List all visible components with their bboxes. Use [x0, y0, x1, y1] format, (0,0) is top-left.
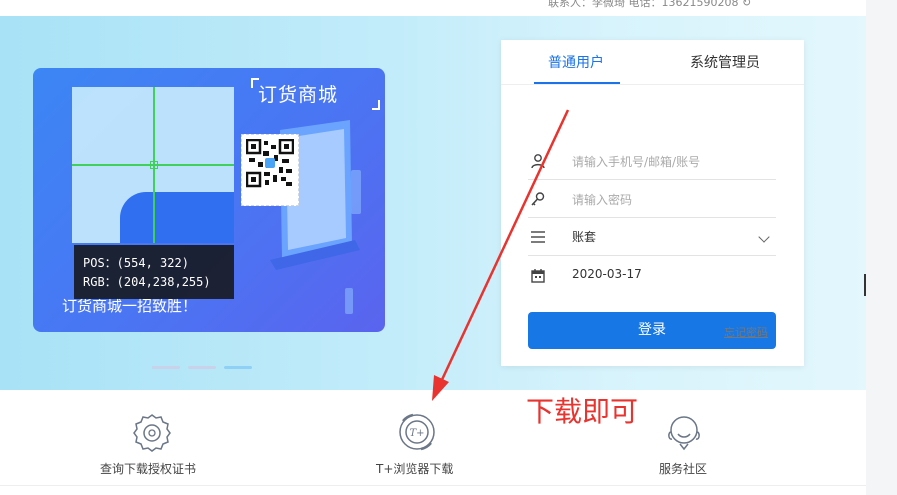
- feature-label-browser[interactable]: T+浏览器下载: [376, 460, 453, 477]
- right-gutter: [866, 0, 897, 495]
- account-set-value: 账套: [572, 230, 597, 244]
- password-field[interactable]: 请输入密码: [528, 181, 776, 218]
- tabs-divider: [501, 84, 804, 85]
- top-strip: 联系人：李微琦 电话：13621590208 ↻: [0, 0, 866, 16]
- tab-regular-user[interactable]: 普通用户: [548, 52, 604, 72]
- color-picker-tooltip: POS：(554, 322) RGB：(204,238,255): [74, 245, 234, 299]
- account-field[interactable]: 请输入手机号/邮箱/账号: [528, 143, 776, 180]
- feature-label-certificate[interactable]: 查询下载授权证书: [100, 460, 196, 477]
- forgot-password-link[interactable]: 忘记密码: [724, 324, 768, 340]
- annotation-text: 下载即可: [526, 395, 639, 428]
- date-value[interactable]: 2020-03-17: [572, 267, 642, 281]
- tab-system-admin[interactable]: 系统管理员: [690, 52, 760, 72]
- chevron-down-icon[interactable]: [758, 231, 770, 243]
- password-input[interactable]: 请输入密码: [572, 191, 632, 208]
- magnifier-preview: [120, 192, 234, 243]
- account-input[interactable]: 请输入手机号/邮箱/账号: [572, 153, 700, 170]
- calendar-icon: [531, 269, 545, 283]
- bottom-divider: [0, 485, 866, 486]
- browser-download-icon[interactable]: T+: [397, 412, 437, 452]
- cursor-position: POS：(554, 322): [83, 256, 189, 270]
- decor-bar: [345, 288, 353, 314]
- customer-service-icon[interactable]: [664, 412, 704, 452]
- login-tabs: 普通用户 系统管理员: [501, 40, 804, 84]
- certificate-badge-icon[interactable]: [132, 412, 172, 452]
- title-bracket-right: [372, 100, 380, 110]
- feature-links: 查询下载授权证书 T+ T+浏览器下载 服务社区: [0, 390, 866, 495]
- user-icon: [531, 154, 545, 169]
- contact-info: 联系人：李微琦 电话：13621590208 ↻: [548, 0, 752, 9]
- scroll-marker: [864, 274, 866, 296]
- qr-code: [241, 134, 299, 206]
- account-set-select[interactable]: 账套: [528, 219, 776, 256]
- feature-label-community[interactable]: 服务社区: [659, 460, 707, 477]
- svg-text:T+: T+: [409, 428, 424, 439]
- key-icon: [531, 192, 545, 206]
- login-panel: 普通用户 系统管理员 请输入手机号/邮箱/账号 请输入密码 账套 2020-03…: [501, 40, 804, 366]
- menu-lines-icon: [531, 231, 545, 243]
- banner-title: 订货商城: [258, 84, 339, 106]
- carousel-dot-active[interactable]: [224, 366, 252, 369]
- carousel-dot[interactable]: [188, 366, 216, 369]
- carousel-indicators: [152, 366, 252, 369]
- date-field[interactable]: 2020-03-17: [528, 258, 776, 295]
- cursor-rgb: RGB：(204,238,255): [83, 275, 211, 289]
- carousel-dot[interactable]: [152, 366, 180, 369]
- crosshair-center: [150, 161, 158, 169]
- qr-code-icon: [245, 138, 295, 199]
- page: 联系人：李微琦 电话：13621590208 ↻ 订货商城 订货商城一招致胜！ …: [0, 0, 897, 495]
